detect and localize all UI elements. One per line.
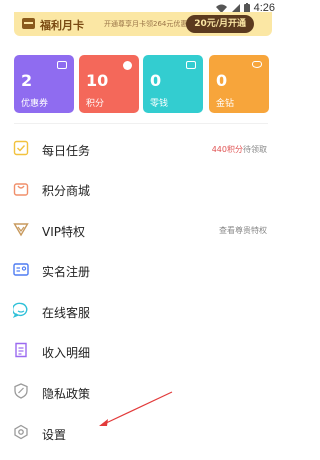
menu-label: 隐私政策 (42, 387, 91, 401)
asset-cards: 2 优惠券 10 积分 0 零钱 0 金钻 (14, 55, 269, 113)
vip-crown-icon (13, 221, 29, 237)
menu-label: 在线客服 (42, 306, 91, 320)
menu-label: 收入明细 (42, 346, 91, 360)
document-list-icon (13, 342, 29, 358)
menu-extra-text: 查看尊贵特权 (219, 226, 267, 235)
menu-item-3[interactable]: 实名注册 (0, 249, 281, 289)
settings-hexagon-icon (13, 424, 29, 440)
points-icon (123, 61, 132, 70)
asset-label: 零钱 (150, 99, 169, 109)
menu-item-0[interactable]: 每日任务 440积分待领取 (0, 128, 281, 168)
asset-value: 10 (86, 71, 109, 90)
menu-label: VIP特权 (42, 225, 85, 239)
diamond-icon (252, 61, 262, 68)
asset-value: 2 (21, 71, 33, 90)
id-card-icon (13, 261, 29, 277)
menu-extra: 440积分待领取 (212, 144, 267, 155)
menu-extra-highlight: 440积分 (211, 145, 243, 154)
menu-item-5[interactable]: 收入明细 (0, 330, 281, 370)
asset-label: 积分 (86, 99, 105, 109)
menu-label: 设置 (42, 428, 67, 442)
menu-item-2[interactable]: VIP特权 查看尊贵特权 (0, 209, 281, 249)
menu-item-4[interactable]: 在线客服 (0, 290, 281, 330)
asset-card-2[interactable]: 0 零钱 (143, 55, 203, 113)
menu-label: 每日任务 (42, 144, 91, 158)
monthly-card-banner[interactable]: 福利月卡 开通尊享月卡领264元优惠券 20元/月开通 (14, 12, 272, 36)
asset-value: 0 (150, 71, 162, 90)
menu-extra: 查看尊贵特权 (219, 225, 267, 236)
menu-extra-text: 待领取 (243, 145, 267, 154)
asset-value: 0 (216, 71, 228, 90)
divider (14, 123, 268, 124)
menu-item-1[interactable]: 积分商城 (0, 168, 281, 208)
wallet-icon (186, 61, 196, 69)
checkbox-icon (13, 140, 29, 156)
asset-card-3[interactable]: 0 金钻 (209, 55, 269, 113)
asset-label: 优惠券 (21, 99, 49, 109)
shopping-bag-icon (13, 180, 29, 196)
asset-card-1[interactable]: 10 积分 (79, 55, 139, 113)
menu-label: 实名注册 (42, 265, 91, 279)
card-icon (22, 18, 35, 29)
asset-card-0[interactable]: 2 优惠券 (14, 55, 74, 113)
menu-item-6[interactable]: 隐私政策 (0, 371, 281, 411)
asset-label: 金钻 (216, 99, 235, 109)
shield-icon (13, 383, 29, 399)
menu-label: 积分商城 (42, 184, 91, 198)
banner-title: 福利月卡 (40, 19, 84, 32)
menu-item-7[interactable]: 设置 (0, 412, 281, 452)
chat-bubble-icon (11, 302, 29, 318)
coupon-icon (57, 61, 67, 69)
open-monthly-card-button[interactable]: 20元/月开通 (186, 15, 254, 33)
